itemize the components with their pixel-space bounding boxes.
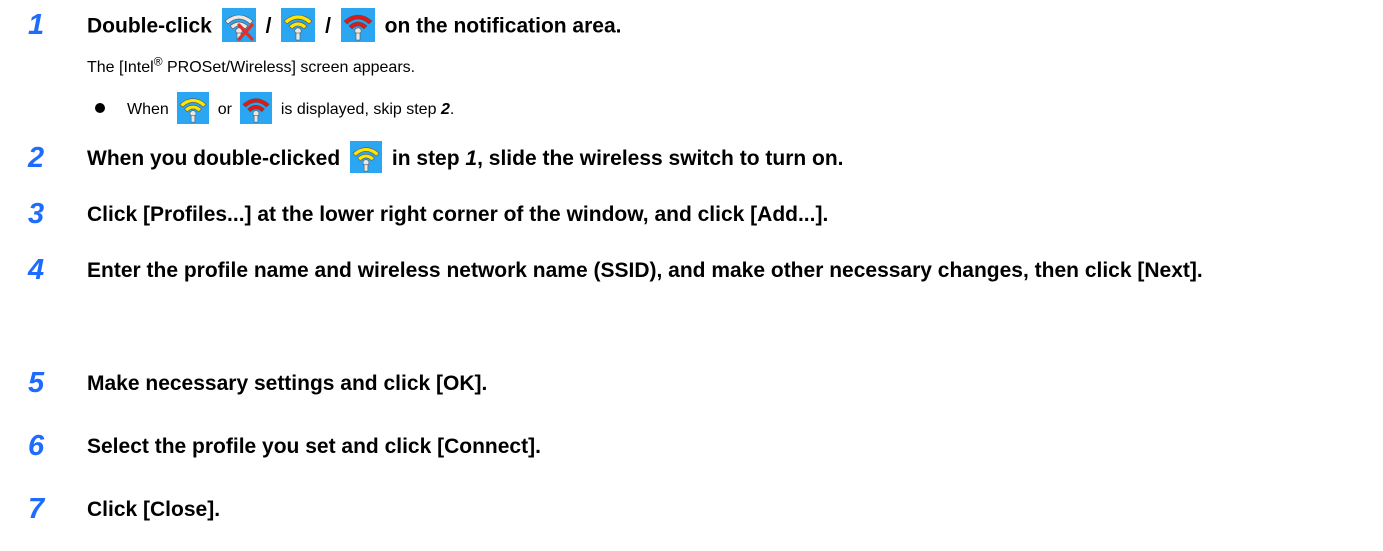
step-text-post: , slide the wireless switch to turn on. [477, 147, 844, 170]
bullet-dot [95, 103, 105, 113]
note-text: . [449, 101, 455, 119]
step-number: 5 [28, 367, 45, 399]
step-text: Double-click / / on the notification are… [87, 8, 1363, 44]
step-number: 1 [28, 9, 45, 41]
step-number: 2 [28, 142, 45, 174]
step-text: Enter the profile name and wireless netw… [87, 259, 1203, 282]
wireless-red-icon [240, 92, 273, 124]
step-text: Make necessary settings and click [OK]. [87, 372, 488, 395]
step-text-post: on the notification area. [384, 14, 622, 38]
wireless-yellow-icon [281, 8, 316, 42]
wireless-yellow-icon [350, 141, 383, 174]
registered-mark: ® [153, 54, 163, 69]
step-number: 3 [28, 198, 45, 230]
separator: / [325, 14, 331, 38]
separator: / [265, 14, 272, 38]
step-text-pre: When you double-clicked [87, 147, 341, 170]
step-number: 4 [28, 254, 45, 286]
step-reference: 2 [440, 101, 450, 119]
note-text: or [217, 101, 232, 119]
note-text: is displayed, skip step [280, 101, 437, 119]
step-text: When you double-clicked in step 1, slide… [87, 141, 1363, 175]
step-1-note: When or is displayed, skip step 2. [95, 92, 455, 126]
step-1-result: The [Intel® PROSet/Wireless] screen appe… [87, 56, 415, 80]
step-reference: 1 [465, 147, 478, 170]
step-text-mid: in step [391, 147, 460, 170]
result-text: The [Intel [87, 59, 154, 76]
step-text: Select the profile you set and click [Co… [87, 435, 541, 458]
step-number: 6 [28, 430, 45, 462]
wireless-yellow-icon [177, 92, 210, 124]
step-text-pre: Double-click [87, 14, 212, 38]
wireless-red-icon [340, 8, 375, 42]
step-text: Click [Profiles...] at the lower right c… [87, 203, 829, 226]
note-text: When [127, 101, 169, 119]
result-text: PROSet/Wireless] screen appears. [162, 59, 416, 76]
wireless-off-icon [221, 8, 256, 42]
step-number: 7 [28, 493, 45, 525]
step-text: Click [Close]. [87, 498, 221, 521]
